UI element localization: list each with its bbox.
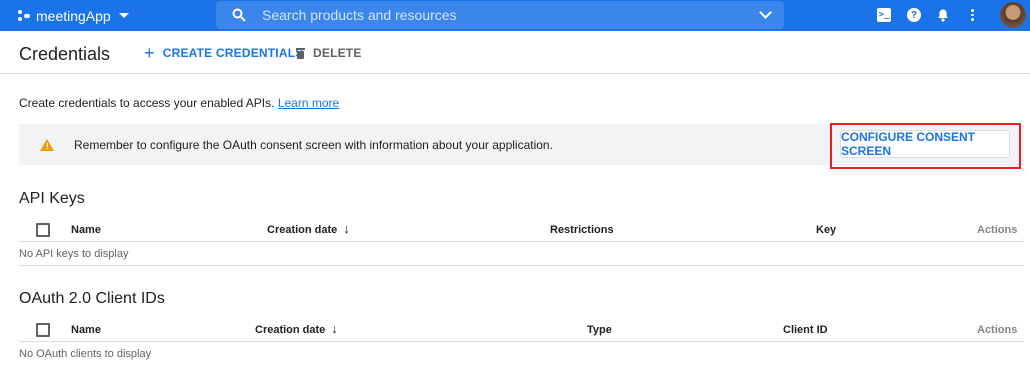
trash-icon [296,47,305,59]
create-credentials-label: CREATE CREDENTIALS [162,46,304,60]
avatar[interactable] [1000,2,1026,28]
search-bar[interactable]: Search products and resources [216,1,784,29]
column-actions: Actions [977,224,1018,236]
project-icon [18,9,30,22]
search-icon [232,8,246,22]
intro-message: Create credentials to access your enable… [19,96,275,110]
column-creation-date-label: Creation date [255,324,326,336]
api-keys-title: API Keys [19,190,85,207]
column-type[interactable]: Type [587,324,612,336]
column-name[interactable]: Name [71,224,101,236]
column-restrictions[interactable]: Restrictions [550,224,614,236]
column-creation-date[interactable]: Creation date ↓ [255,322,338,336]
delete-button[interactable]: DELETE [296,46,362,60]
project-name: meetingApp [36,7,111,24]
search-expand-icon[interactable] [759,6,772,19]
configure-consent-screen-button[interactable]: CONFIGURE CONSENT SCREEN [840,130,1010,158]
search-input[interactable]: Search products and resources [262,7,457,23]
intro-text: Create credentials to access your enable… [19,96,339,110]
more-options-icon[interactable] [965,8,979,22]
sort-arrow-icon[interactable]: ↓ [343,222,350,235]
column-client-id[interactable]: Client ID [783,324,828,336]
sort-arrow-icon[interactable]: ↓ [331,322,338,335]
add-icon: + [144,43,155,63]
create-credentials-button[interactable]: + CREATE CREDENTIALS [144,43,304,63]
project-selector[interactable]: meetingApp [0,0,129,31]
oauth-table-header: Name Creation date ↓ Type Client ID Actio… [19,320,1024,342]
select-all-checkbox[interactable] [36,223,50,237]
banner-message: Remember to configure the OAuth consent … [74,138,553,152]
column-actions: Actions [977,324,1018,336]
warning-icon: ! [40,139,54,151]
learn-more-link[interactable]: Learn more [278,96,339,110]
oauth-clients-title: OAuth 2.0 Client IDs [19,290,165,307]
help-icon[interactable]: ? [907,8,921,22]
page-title: Credentials [19,44,111,64]
chevron-down-icon [118,13,129,18]
delete-label: DELETE [313,46,362,60]
column-creation-date-label: Creation date [267,224,338,236]
column-key[interactable]: Key [816,224,836,236]
api-keys-empty-state: No API keys to display [19,242,1024,266]
notifications-icon[interactable] [936,8,950,22]
column-creation-date[interactable]: Creation date ↓ [267,222,350,236]
oauth-empty-state: No OAuth clients to display [19,348,152,360]
cloud-shell-icon[interactable]: >_ [877,8,891,22]
select-all-checkbox[interactable] [36,323,50,337]
api-keys-table-header: Name Creation date ↓ Restrictions Key Act… [19,220,1024,242]
column-name[interactable]: Name [71,324,101,336]
